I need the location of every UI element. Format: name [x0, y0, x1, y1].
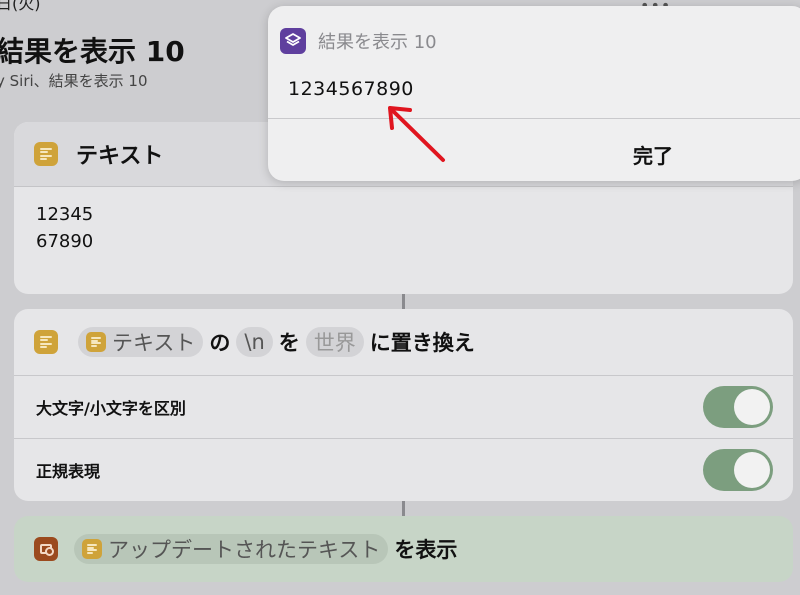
- annotation-arrow-icon: [388, 106, 445, 162]
